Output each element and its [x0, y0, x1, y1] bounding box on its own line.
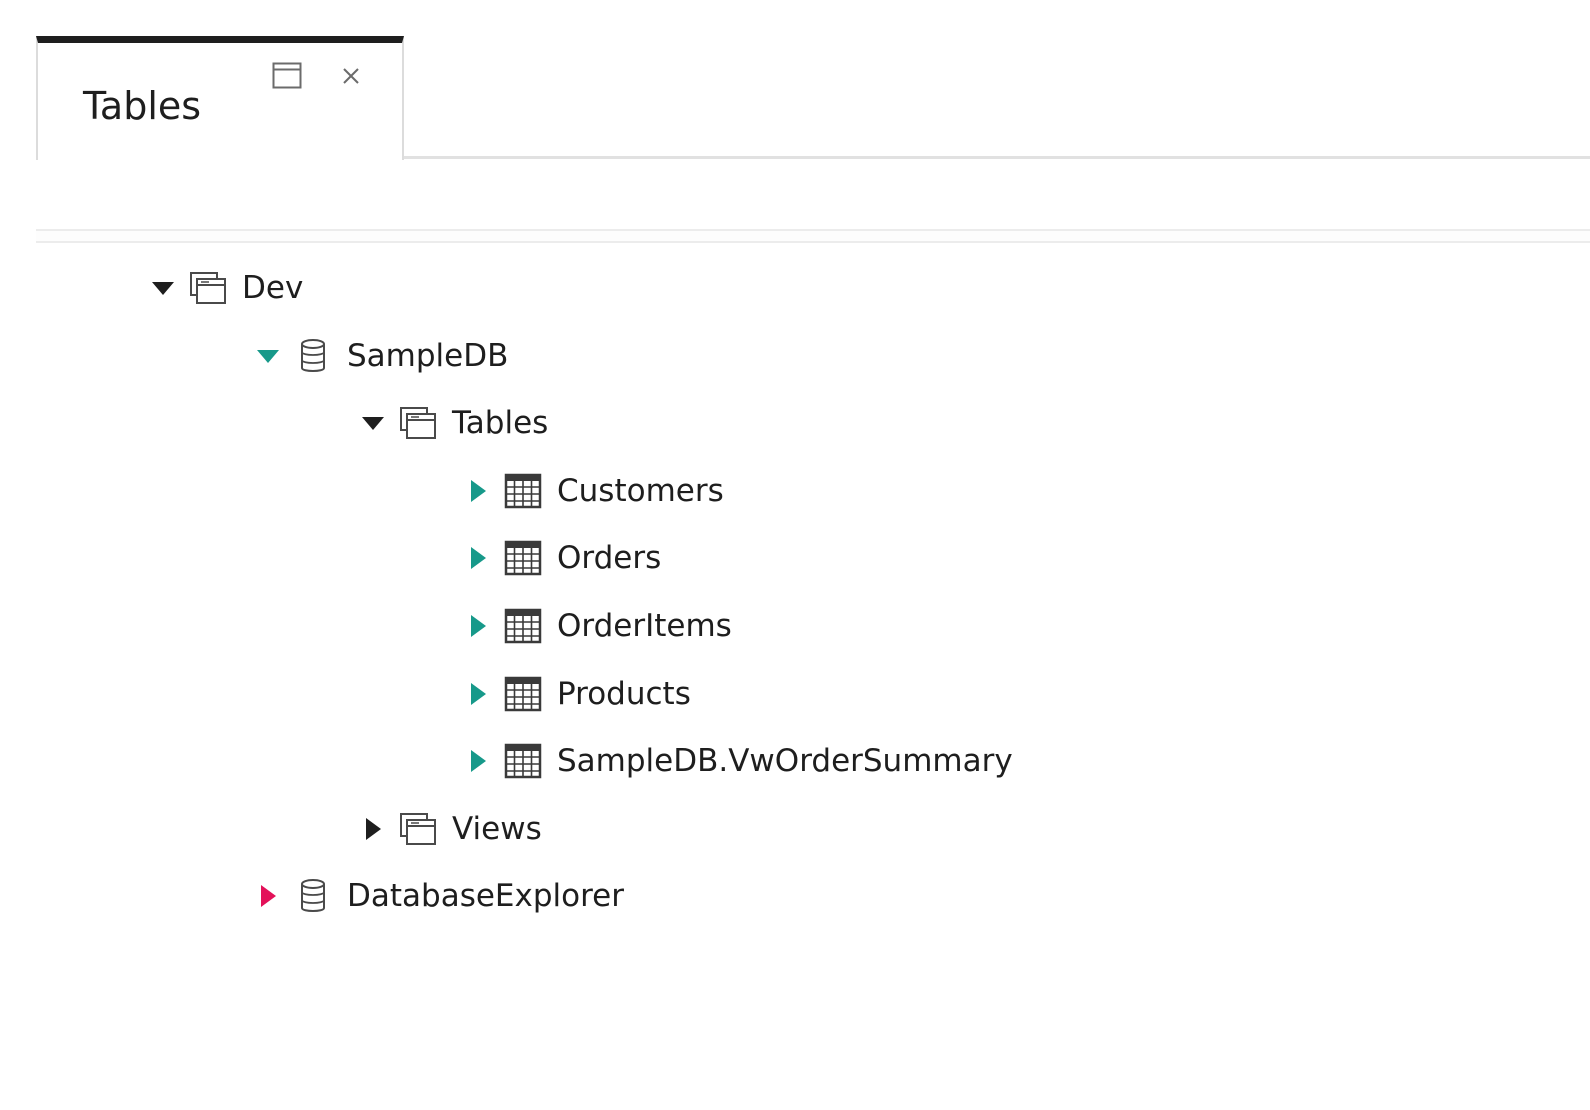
expand-arrow-icon[interactable] [356, 812, 390, 846]
expand-arrow-icon[interactable] [461, 609, 495, 643]
database-icon [293, 876, 333, 916]
tree-node-label: Products [557, 676, 691, 712]
collapse-arrow-icon[interactable] [146, 271, 180, 305]
expand-arrow-icon[interactable] [461, 744, 495, 778]
table-icon [503, 606, 543, 646]
database-explorer-window: Tables Dev SampleDB Tables Customers Ord… [0, 0, 1590, 1110]
tab-title: Tables [83, 84, 202, 128]
close-tab-button[interactable] [334, 59, 368, 93]
table-icon [503, 538, 543, 578]
table-icon [503, 674, 543, 714]
expand-arrow-icon[interactable] [461, 474, 495, 508]
tree-node-label: Tables [452, 405, 549, 441]
tree-node-label: Customers [557, 473, 724, 509]
tree-node-products[interactable]: Products [461, 661, 691, 727]
tree-node-label: DatabaseExplorer [347, 878, 624, 914]
tree-node-tables[interactable]: Tables [356, 390, 548, 456]
float-window-button[interactable] [270, 59, 304, 93]
tree-node-dev[interactable]: Dev [146, 255, 303, 321]
folder-icon [398, 403, 438, 443]
close-icon [342, 67, 360, 85]
tree-node-label: SampleDB [347, 338, 509, 374]
tree-node-label: SampleDB.VwOrderSummary [557, 743, 1013, 779]
tree-node-label: Views [452, 811, 542, 847]
tree-node-databaseexplorer[interactable]: DatabaseExplorer [251, 863, 624, 929]
tree-node-label: Dev [242, 270, 304, 306]
window-float-icon [272, 62, 302, 90]
table-icon [503, 471, 543, 511]
collapse-arrow-icon[interactable] [356, 406, 390, 440]
tab-strip-baseline [402, 156, 1590, 159]
tree-node-label: OrderItems [557, 608, 732, 644]
database-icon [293, 336, 333, 376]
folder-icon [398, 809, 438, 849]
collapse-arrow-icon[interactable] [251, 339, 285, 373]
expand-arrow-icon[interactable] [251, 879, 285, 913]
expand-arrow-icon[interactable] [461, 677, 495, 711]
tab-strip: Tables [36, 36, 1590, 160]
tab-tables[interactable]: Tables [36, 36, 404, 160]
tree-node-orders[interactable]: Orders [461, 525, 661, 591]
tree-node-sampledb[interactable]: SampleDB [251, 323, 508, 389]
filter-row [36, 229, 1590, 243]
tree-node-views[interactable]: Views [356, 796, 542, 862]
table-icon [503, 741, 543, 781]
folder-icon [188, 268, 228, 308]
tree-node-customers[interactable]: Customers [461, 458, 724, 524]
expand-arrow-icon[interactable] [461, 541, 495, 575]
tree-node-sampledb-vwordersummary[interactable]: SampleDB.VwOrderSummary [461, 728, 1013, 794]
tree-node-orderitems[interactable]: OrderItems [461, 593, 732, 659]
tree-node-label: Orders [557, 540, 662, 576]
